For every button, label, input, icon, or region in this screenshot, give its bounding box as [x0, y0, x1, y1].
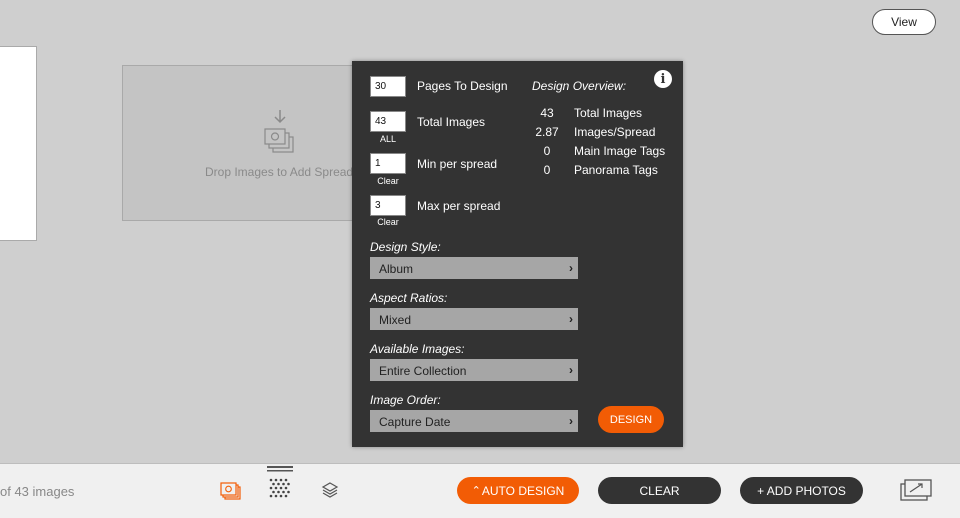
overview-label: Panorama Tags — [574, 163, 658, 177]
design-button[interactable]: DESIGN — [598, 406, 664, 433]
max-per-spread-input[interactable]: 3 — [370, 195, 406, 216]
available-images-value: Entire Collection — [379, 364, 467, 378]
image-order-select[interactable]: Capture Date › — [370, 410, 578, 432]
overview-value: 2.87 — [535, 125, 559, 139]
view-button[interactable]: View — [872, 9, 936, 35]
aspect-ratios-label: Aspect Ratios: — [370, 291, 448, 305]
image-order-value: Capture Date — [379, 415, 451, 429]
drop-images-icon — [264, 110, 294, 153]
max-per-spread-clear-link[interactable]: Clear — [370, 217, 406, 227]
layers-icon[interactable] — [321, 481, 339, 499]
total-images-all-link[interactable]: ALL — [370, 134, 406, 144]
min-per-spread-clear-link[interactable]: Clear — [370, 176, 406, 186]
chevron-right-icon: › — [569, 363, 573, 377]
left-page-preview[interactable] — [0, 46, 37, 241]
pages-to-design-label: Pages To Design — [417, 79, 508, 93]
auto-design-button[interactable]: ⌃ AUTO DESIGN — [457, 477, 579, 504]
design-style-value: Album — [379, 262, 414, 276]
image-count-text: of 43 images — [0, 484, 75, 499]
chevron-right-icon: › — [569, 261, 573, 275]
bottom-toolbar: of 43 images ⌃ AUTO DESIGN CLEAR + ADD P… — [0, 463, 960, 518]
available-images-select[interactable]: Entire Collection › — [370, 359, 578, 381]
overview-label: Total Images — [574, 106, 643, 120]
max-per-spread-label: Max per spread — [417, 199, 501, 213]
overview-value: 0 — [543, 163, 551, 177]
chevron-up-icon: ⌃ — [471, 485, 481, 497]
clear-button[interactable]: CLEAR — [598, 477, 721, 504]
drop-hint-text: Drop Images to Add Spread — [205, 165, 354, 179]
overview-label: Images/Spread — [574, 125, 656, 139]
drop-zone[interactable]: Drop Images to Add Spread — [122, 65, 362, 221]
info-icon[interactable]: i — [654, 70, 672, 88]
overview-value: 43 — [540, 106, 554, 120]
auto-design-label: AUTO DESIGN — [481, 483, 565, 498]
design-style-label: Design Style: — [370, 240, 441, 254]
spreads-view-icon[interactable] — [220, 480, 242, 502]
pages-to-design-input[interactable]: 30 — [370, 76, 406, 97]
chevron-right-icon: › — [569, 414, 573, 428]
overview-value: 0 — [543, 144, 551, 158]
available-images-label: Available Images: — [370, 342, 465, 356]
grid-view-icon[interactable] — [267, 466, 293, 502]
image-order-label: Image Order: — [370, 393, 441, 407]
design-style-select[interactable]: Album › — [370, 257, 578, 279]
min-per-spread-label: Min per spread — [417, 157, 498, 171]
total-images-label: Total Images — [417, 115, 486, 129]
min-per-spread-input[interactable]: 1 — [370, 153, 406, 174]
chevron-right-icon: › — [569, 312, 573, 326]
aspect-ratios-value: Mixed — [379, 313, 412, 327]
total-images-input[interactable]: 43 — [370, 111, 406, 132]
auto-design-panel: 30 Pages To Design 43 ALL Total Images 1… — [352, 61, 683, 447]
overview-label: Main Image Tags — [574, 144, 666, 158]
export-preview-icon[interactable] — [900, 477, 932, 503]
add-photos-button[interactable]: + ADD PHOTOS — [740, 477, 863, 504]
aspect-ratios-select[interactable]: Mixed › — [370, 308, 578, 330]
design-overview-title: Design Overview: — [532, 79, 627, 93]
